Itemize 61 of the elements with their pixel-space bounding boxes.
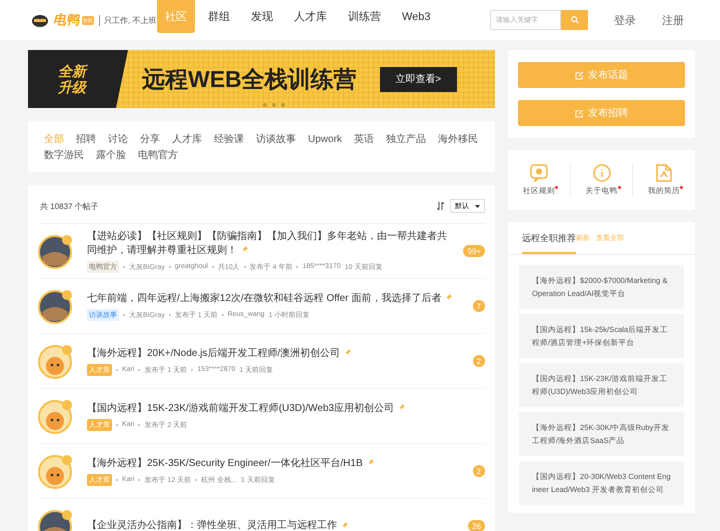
nav-tab[interactable]: 训练营 — [340, 0, 389, 33]
reply-count: 26 — [468, 520, 485, 531]
reply-count: 2 — [472, 465, 485, 477]
badge-text: 全新 — [58, 63, 89, 79]
reply-count: 7 — [472, 300, 485, 312]
post-title[interactable]: 【企业灵活办公指南】：弹性坐班、灵活用工与远程工作 — [87, 519, 460, 531]
edit-icon — [575, 108, 584, 118]
avatar-photo — [38, 232, 75, 270]
category-link[interactable]: 分享 — [140, 134, 160, 146]
info-icon — [592, 164, 610, 182]
category-link[interactable]: 招聘 — [76, 134, 96, 146]
category-link[interactable]: 露个脸 — [96, 150, 126, 162]
pin-icon — [341, 522, 348, 529]
category-link[interactable]: 英语 — [354, 134, 374, 146]
post-title[interactable]: 【进站必读】【社区规则】【防骗指南】【加入我们】多年老站，由一帮共建者共同维护，请理解并尊重社区规则！ — [87, 230, 456, 258]
view-now-button[interactable]: 立即查看> — [380, 66, 457, 92]
post-title[interactable]: 七年前端，四年远程/上海搬家12次/在微软和硅谷远程 Offer 面前，我选择了后者 — [87, 292, 465, 306]
nav-tab[interactable]: Web3 — [394, 0, 439, 33]
category-link[interactable]: 访谈故事 — [256, 134, 296, 146]
nav-tab[interactable]: 群组 — [200, 0, 238, 33]
cartoon-avatar — [38, 342, 75, 380]
login-link[interactable]: 登录 — [614, 12, 636, 28]
category-link[interactable]: 数字游民 — [44, 150, 84, 162]
pin-icon — [366, 459, 374, 466]
edit-icon — [575, 70, 584, 80]
nav-tab[interactable]: 发现 — [243, 0, 281, 33]
post-row[interactable]: 【企业灵活办公指南】：弹性坐班、灵活用工与远程工作 26 — [38, 498, 485, 531]
search-icon — [570, 16, 578, 24]
slogan: 只工作, 不上班 — [99, 14, 156, 26]
promo-banner[interactable]: 全新 升级 远程WEB全栈训练营 立即查看> — [28, 50, 495, 108]
pin-icon — [241, 246, 248, 254]
banner-title: 远程WEB全栈训练营 — [142, 64, 357, 94]
reply-count: 2 — [472, 355, 485, 367]
category-link[interactable]: 电鸭官方 — [138, 150, 178, 162]
pin-icon — [398, 404, 406, 412]
search-button[interactable] — [561, 10, 588, 30]
category-link[interactable]: 人才库 — [172, 134, 202, 146]
badge-text: 升级 — [58, 79, 88, 95]
reply-count: 99+ — [463, 245, 485, 257]
category-link[interactable]: 经验课 — [214, 134, 244, 146]
logo-text: 电鸭 — [53, 11, 79, 29]
cartoon-avatar — [38, 398, 75, 434]
category-link[interactable]: Upwork — [308, 134, 342, 146]
sort-icon[interactable] — [437, 202, 444, 210]
category-link[interactable]: 独立产品 — [386, 134, 426, 146]
category-link[interactable]: 海外移民 — [438, 134, 478, 146]
caret-icon — [475, 204, 480, 208]
carousel-dots-icon[interactable] — [263, 103, 285, 107]
avatar-photo — [38, 288, 75, 324]
post-title[interactable]: 【国内远程】15K-23K/游戏前端开发工程师(U3D)/Web3应用初创公司 — [87, 402, 485, 416]
post-count: 共 10837 个帖子 — [40, 200, 99, 212]
pin-icon — [344, 349, 352, 356]
pin-icon — [445, 294, 452, 302]
cartoon-avatar — [38, 452, 75, 490]
post-title[interactable]: 【海外远程】25K-35K/Security Engineer/一体化社区平台/H1B — [87, 456, 465, 470]
category-link[interactable]: 讨论 — [108, 134, 128, 146]
register-link[interactable]: 注册 — [662, 12, 684, 28]
recommend-tab[interactable]: 远程全职推荐 — [522, 232, 576, 254]
post-title[interactable]: 【海外远程】20K+/Node.js后端开发工程师/澳洲初创公司 — [87, 346, 465, 360]
document-icon — [656, 164, 672, 182]
nav-tab[interactable]: 人才库 — [286, 0, 335, 33]
